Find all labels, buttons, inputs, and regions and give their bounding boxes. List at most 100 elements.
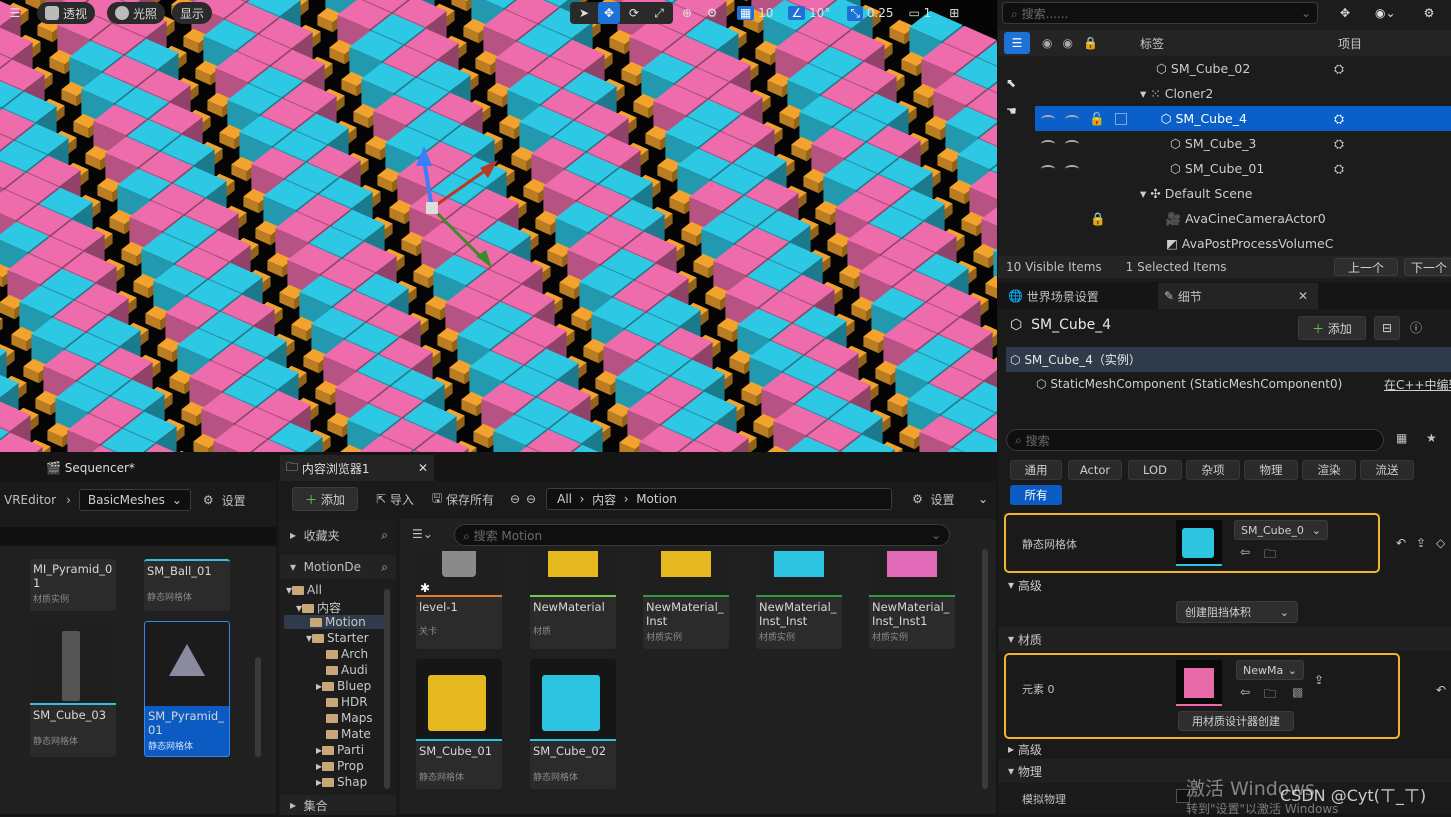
- collections-section[interactable]: ▸ 集合: [280, 795, 396, 815]
- expand-arrow-icon[interactable]: ▾: [1140, 86, 1146, 101]
- item-column-header[interactable]: 项目: [1338, 35, 1362, 52]
- use-selected-icon[interactable]: ⇦: [1240, 685, 1250, 699]
- checkbox-icon[interactable]: [1115, 113, 1127, 125]
- eye-icon[interactable]: [1041, 115, 1055, 123]
- component-row[interactable]: ⬡ StaticMeshComponent (StaticMeshCompone…: [1006, 372, 1451, 396]
- path-breadcrumb[interactable]: All › 内容 › Motion ⌄: [546, 488, 892, 510]
- reset-icon[interactable]: ↶: [1436, 683, 1446, 697]
- checker-icon[interactable]: ▩: [1292, 685, 1303, 699]
- category-all[interactable]: 所有: [1010, 485, 1062, 505]
- path-content[interactable]: 内容: [592, 491, 616, 508]
- level-viewport[interactable]: ☰ 透视 光照 显示 ➤ ✥ ⟳ ⤢ ⊕ ⚙ ▦ 10 ∠ 10° ⤡ 0.25…: [0, 0, 997, 452]
- asset-tile[interactable]: SM_Cube_01 静态网格体: [416, 659, 502, 789]
- use-selected-icon[interactable]: ⇦: [1240, 545, 1250, 559]
- save-all-label[interactable]: 保存所有: [446, 491, 494, 508]
- crumb-basicmeshes[interactable]: BasicMeshes⌄: [79, 489, 191, 511]
- folder-item-selected[interactable]: Motion: [284, 615, 384, 629]
- category-rendering[interactable]: 渲染: [1302, 460, 1356, 480]
- save-icon[interactable]: 🖫: [432, 489, 442, 510]
- asset-tile-selected[interactable]: SM_Pyramid_01 静态网格体: [144, 621, 230, 757]
- asset-scrollbar[interactable]: [982, 549, 988, 789]
- asset-tile[interactable]: ✱ level-1 关卡: [416, 551, 502, 649]
- move-tool-icon[interactable]: ✥: [598, 2, 620, 24]
- upload-icon[interactable]: ⇪: [1416, 536, 1426, 550]
- outliner-row-selected[interactable]: 🔓 ⬡ SM_Cube_4 ⛭: [1035, 106, 1451, 131]
- create-with-designer-button[interactable]: 用材质设计器创建: [1178, 711, 1294, 731]
- path-motion[interactable]: Motion: [636, 492, 677, 506]
- outliner-row[interactable]: 🔒🎥 AvaCineCameraActor0: [1036, 206, 1451, 231]
- table-view-icon[interactable]: ▦: [1396, 431, 1407, 445]
- blueprint-icon[interactable]: ⊟: [1374, 316, 1400, 340]
- rotate-tool-icon[interactable]: ⟳: [623, 2, 645, 24]
- settings-icon[interactable]: ⚙: [1418, 2, 1440, 24]
- folder-item[interactable]: ▾Starter: [306, 631, 369, 645]
- sequencer-search-strip[interactable]: [0, 527, 276, 545]
- scrollbar[interactable]: [255, 657, 261, 757]
- crumb-vreditor[interactable]: VREditor: [4, 493, 56, 507]
- edit-in-cpp-link[interactable]: 在C++中编辑: [1384, 376, 1451, 393]
- unlock-icon[interactable]: 🔓: [1089, 111, 1105, 127]
- tab-world-settings[interactable]: 🌐 世界场景设置: [998, 283, 1158, 309]
- perspective-button[interactable]: 透视: [37, 2, 95, 24]
- close-icon[interactable]: ✕: [1298, 289, 1308, 303]
- next-button[interactable]: 下一个: [1404, 258, 1451, 276]
- advanced-section-2[interactable]: ▸ 高级: [998, 739, 1451, 759]
- details-search[interactable]: ⌕ 搜索: [1006, 429, 1384, 451]
- outliner-row[interactable]: ⬡ SM_Cube_3⛭: [1036, 131, 1451, 156]
- import-label[interactable]: 导入: [390, 491, 414, 508]
- eye-column-icon[interactable]: ◉: [1042, 36, 1052, 50]
- folder-item[interactable]: Audi: [326, 663, 368, 677]
- outliner-row[interactable]: ◩ AvaPostProcessVolumeC: [1036, 231, 1451, 256]
- forward-icon[interactable]: ⊖: [526, 492, 536, 506]
- asset-search[interactable]: ⌕ 搜索 Motion⌄: [454, 524, 950, 546]
- material-thumbnail[interactable]: [1176, 660, 1222, 706]
- folder-item[interactable]: ▸Shap: [316, 775, 367, 789]
- folder-item[interactable]: Mate: [326, 727, 371, 741]
- close-icon[interactable]: ✕: [418, 461, 428, 475]
- category-misc[interactable]: 杂项: [1186, 460, 1240, 480]
- rotation-snap-icon[interactable]: ∠ 10°: [785, 2, 833, 24]
- folder-item[interactable]: ▸Prop: [316, 759, 364, 773]
- eye-icon[interactable]: [1041, 140, 1055, 148]
- folder-item[interactable]: ▾内容: [296, 599, 341, 616]
- label-column-header[interactable]: 标签: [1140, 35, 1164, 52]
- diamond-icon[interactable]: ◇: [1436, 536, 1445, 550]
- asset-tile[interactable]: NewMaterial_Inst_Inst1 材质实例: [869, 551, 955, 649]
- outliner-search[interactable]: ⌕ 搜索...... ⌄: [1002, 2, 1318, 24]
- asset-tile[interactable]: SM_Ball_01 静态网格体: [144, 559, 230, 611]
- folder-item[interactable]: ▸Bluep: [316, 679, 371, 693]
- help-icon[interactable]: ⓘ: [1410, 319, 1422, 336]
- details-search-input[interactable]: 搜索: [1026, 432, 1050, 449]
- tab-content-browser[interactable]: 🗀 内容浏览器1✕: [280, 455, 434, 481]
- asset-tile[interactable]: NewMaterial_Inst_Inst 材质实例: [756, 551, 842, 649]
- scale-tool-icon[interactable]: ⤢: [648, 2, 670, 24]
- prev-button[interactable]: 上一个: [1334, 258, 1398, 276]
- static-mesh-thumbnail[interactable]: [1176, 520, 1222, 566]
- category-lod[interactable]: LOD: [1128, 460, 1182, 480]
- category-general[interactable]: 通用: [1010, 460, 1062, 480]
- browse-icon[interactable]: 🗀: [1264, 545, 1276, 566]
- category-streaming[interactable]: 流送: [1360, 460, 1414, 480]
- upload-icon[interactable]: ⇪: [1314, 673, 1324, 687]
- lock-column-icon[interactable]: 🔒: [1083, 36, 1098, 50]
- eye-icon[interactable]: [1065, 165, 1079, 173]
- surface-snap-icon[interactable]: ⚙: [701, 2, 723, 24]
- search-icon[interactable]: ⌕: [381, 560, 388, 575]
- lighting-button[interactable]: 光照: [107, 2, 165, 24]
- advanced-section[interactable]: ▾ 高级: [998, 573, 1451, 597]
- filter-icon[interactable]: ☰: [1004, 32, 1030, 54]
- tree-scrollbar[interactable]: [384, 589, 390, 789]
- outliner-search-input[interactable]: 搜索......: [1022, 7, 1069, 21]
- settings-icon[interactable]: ⚙: [203, 493, 214, 507]
- lock-icon[interactable]: 🔒: [1090, 211, 1106, 227]
- select-tool-icon[interactable]: ➤: [573, 2, 595, 24]
- world-space-icon[interactable]: ⊕: [676, 2, 698, 24]
- camera-speed-icon[interactable]: ▭ 1: [905, 2, 934, 24]
- filter-icon[interactable]: ☰⌄: [412, 527, 433, 541]
- asset-tile[interactable]: MI_Pyramid_01 材质实例: [30, 559, 116, 611]
- asset-search-input[interactable]: 搜索 Motion: [474, 529, 543, 543]
- folder-item[interactable]: ▸Parti: [316, 743, 364, 757]
- outliner-row[interactable]: ⬡ SM_Cube_02⛭: [1036, 56, 1451, 81]
- settings-label[interactable]: 设置: [931, 491, 955, 508]
- outliner-row[interactable]: ▾ ⁙ Cloner2: [1036, 81, 1451, 106]
